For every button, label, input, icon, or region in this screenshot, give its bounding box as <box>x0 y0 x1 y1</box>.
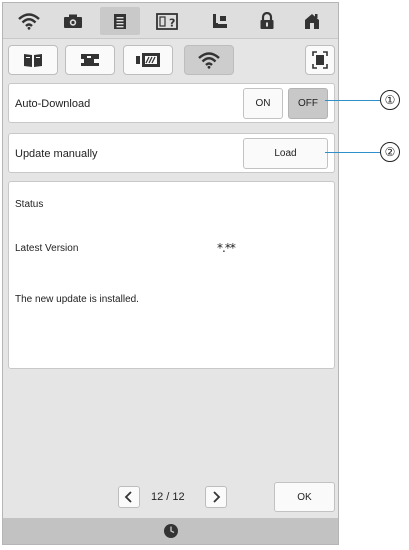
tab-camera[interactable] <box>53 7 93 35</box>
tab-home[interactable] <box>292 7 332 35</box>
clock-icon[interactable] <box>163 523 179 539</box>
book-icon <box>24 54 42 67</box>
fullscreen-icon <box>312 51 328 69</box>
chevron-right-icon <box>213 491 221 503</box>
svg-text:?: ? <box>169 16 175 29</box>
subtab-general[interactable] <box>8 45 58 75</box>
chevron-left-icon <box>124 491 132 503</box>
embroidery-icon <box>136 53 160 67</box>
help-icon: ? <box>156 12 178 30</box>
tab-sewing[interactable] <box>200 7 240 35</box>
update-manually-label: Update manually <box>15 148 98 160</box>
callout-line-1 <box>325 100 380 101</box>
status-panel: Status Latest Version *.** The new updat… <box>8 181 335 369</box>
page-indicator: 12 / 12 <box>151 491 185 503</box>
wifi-icon <box>198 52 220 69</box>
subtab-wireless[interactable] <box>184 45 234 75</box>
tab-lock[interactable] <box>247 7 287 35</box>
subtab-sewing[interactable] <box>65 45 115 75</box>
latest-version-label: Latest Version <box>15 243 79 254</box>
update-manually-row: Update manually Load <box>8 133 335 173</box>
auto-download-label: Auto-Download <box>15 98 91 110</box>
tab-wireless[interactable] <box>9 7 49 35</box>
callout-1: ① <box>380 90 400 110</box>
tab-help[interactable]: ? <box>147 7 187 35</box>
machine-icon <box>81 54 99 66</box>
sewing-icon <box>213 14 227 28</box>
document-icon <box>114 13 126 29</box>
fullscreen-button[interactable] <box>305 45 335 75</box>
subtab-embroidery[interactable] <box>123 45 173 75</box>
load-button[interactable]: Load <box>243 138 328 169</box>
wifi-icon <box>18 13 40 30</box>
settings-screen: ? Auto-Download ON OFF Update manually L… <box>2 2 339 545</box>
auto-download-off-button[interactable]: OFF <box>288 88 328 119</box>
camera-icon <box>64 14 82 28</box>
previous-page-button[interactable] <box>118 486 140 508</box>
tab-settings-page[interactable] <box>100 7 140 35</box>
callout-2: ② <box>380 142 400 162</box>
home-icon <box>305 14 319 29</box>
ok-button[interactable]: OK <box>274 482 335 512</box>
status-bar <box>3 518 338 544</box>
latest-version-value: *.** <box>217 241 236 255</box>
update-status-message: The new update is installed. <box>15 294 139 305</box>
status-label: Status <box>15 199 44 210</box>
top-tab-bar: ? <box>3 3 338 39</box>
auto-download-on-button[interactable]: ON <box>243 88 283 119</box>
next-page-button[interactable] <box>205 486 227 508</box>
callout-line-2 <box>325 152 380 153</box>
auto-download-row: Auto-Download ON OFF <box>8 83 335 123</box>
lock-icon <box>260 12 274 29</box>
